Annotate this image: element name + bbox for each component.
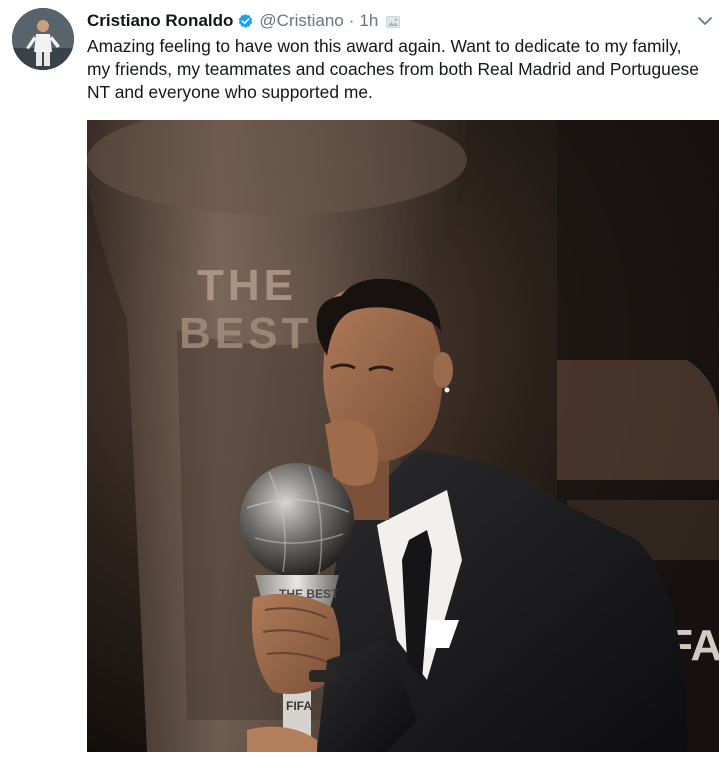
tweet-timestamp[interactable]: 1h <box>359 11 378 31</box>
background-trophy-text: BEST <box>179 309 312 358</box>
photo-icon <box>386 15 401 28</box>
author-handle[interactable]: @Cristiano <box>259 11 343 31</box>
avatar[interactable] <box>12 8 74 70</box>
tweet-photo[interactable]: THE BEST FIFA THE BEST <box>87 120 719 752</box>
avatar-image <box>12 8 74 70</box>
separator-dot: · <box>348 11 355 30</box>
tweet: Cristiano Ronaldo @Cristiano · 1h Amazin… <box>0 0 720 757</box>
tweet-text: Amazing feeling to have won this award a… <box>87 35 712 104</box>
author-name[interactable]: Cristiano Ronaldo <box>87 11 233 31</box>
tweet-text-line: my friends, my teammates and coaches fro… <box>87 59 699 79</box>
photo-scene: THE BEST FIFA THE BEST <box>87 120 719 752</box>
verified-badge-icon <box>237 13 254 30</box>
tweet-header: Cristiano Ronaldo @Cristiano · 1h <box>87 10 401 32</box>
trophy-base-text: FIFA <box>286 699 312 713</box>
tweet-text-line: Amazing feeling to have won this award a… <box>87 36 682 56</box>
chevron-down-icon[interactable] <box>697 14 713 26</box>
tweet-text-line: NT and everyone who supported me. <box>87 82 373 102</box>
background-trophy-text: THE <box>197 261 297 310</box>
